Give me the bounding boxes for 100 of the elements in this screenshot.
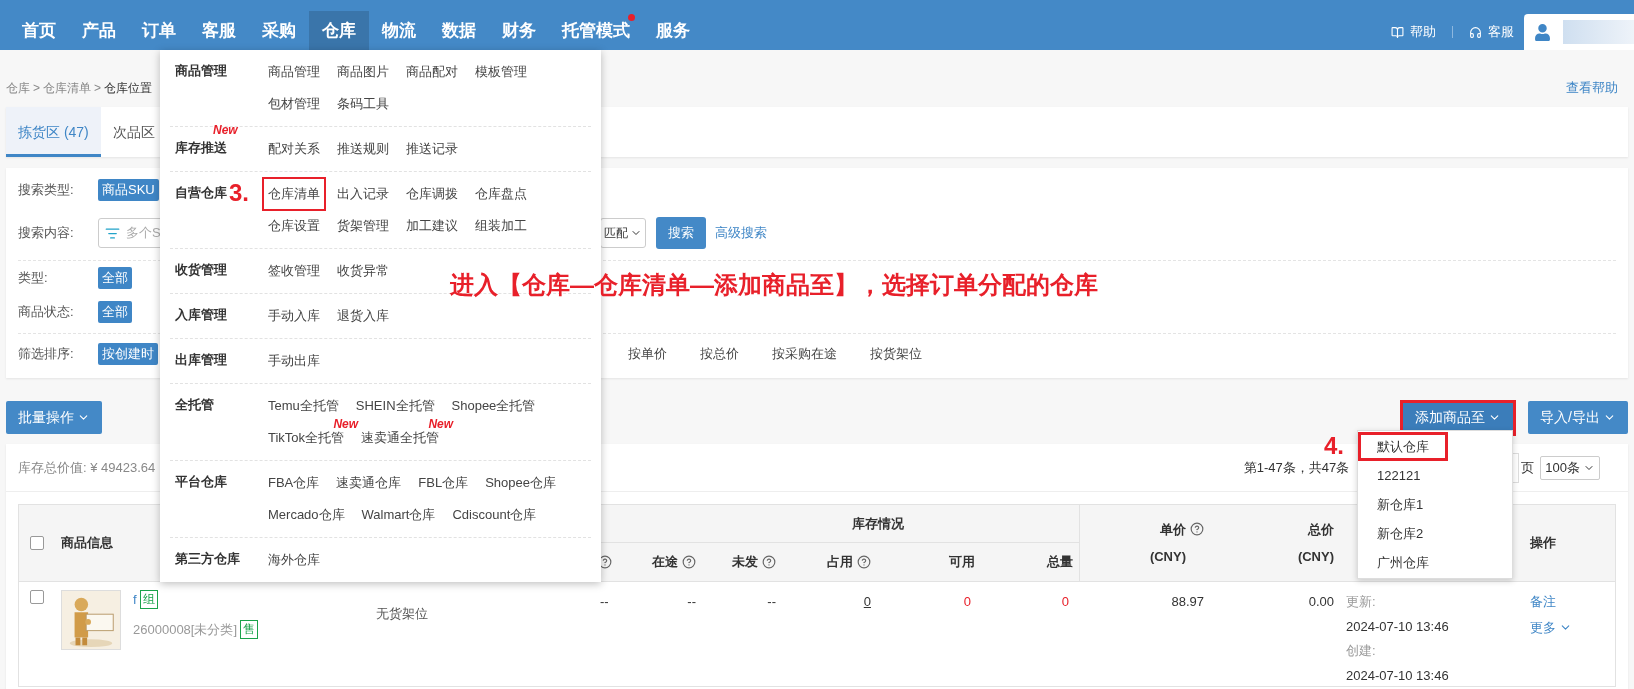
menu-link[interactable]: Temu全托管 bbox=[268, 396, 339, 416]
filter-label: 类型: bbox=[18, 269, 49, 288]
menu-link[interactable]: 海外仓库 bbox=[268, 550, 320, 570]
nav-item[interactable]: 数据 bbox=[429, 11, 489, 50]
column-header: 总量 bbox=[1047, 553, 1073, 572]
stock-value: -- bbox=[687, 593, 696, 611]
menu-section-title: 商品管理 bbox=[175, 62, 227, 81]
menu-link[interactable]: FBA仓库 bbox=[268, 473, 320, 493]
time-value: 2024-07-10 13:46 bbox=[1346, 617, 1450, 636]
page-size-select[interactable]: 100条 bbox=[1540, 455, 1600, 480]
time-label: 创建: bbox=[1346, 642, 1377, 660]
dropdown-item[interactable]: 广州仓库 bbox=[1358, 548, 1512, 577]
menu-link[interactable]: 商品配对 bbox=[406, 62, 458, 82]
nav-item[interactable]: 托管模式 bbox=[549, 11, 643, 50]
menu-link[interactable]: 退货入库 bbox=[337, 306, 389, 326]
menu-link[interactable]: 仓库调拨 bbox=[406, 184, 458, 204]
menu-link[interactable]: 签收管理 bbox=[268, 261, 320, 281]
product-name-link[interactable]: f bbox=[133, 590, 137, 610]
menu-link[interactable]: 条码工具 bbox=[337, 94, 389, 114]
menu-link[interactable]: 货架管理 bbox=[337, 216, 389, 236]
menu-link[interactable]: SHEIN全托管 bbox=[355, 396, 435, 416]
menu-link[interactable]: 仓库盘点 bbox=[475, 184, 527, 204]
shelf-location: 无货架位 bbox=[376, 606, 428, 621]
service-link[interactable]: 客服 bbox=[1488, 22, 1514, 42]
nav-item[interactable]: 物流 bbox=[369, 11, 429, 50]
menu-link[interactable]: 包材管理 bbox=[268, 94, 320, 114]
menu-link[interactable]: 商品管理 bbox=[268, 62, 320, 82]
filter-label: 筛选排序: bbox=[18, 345, 75, 364]
menu-section-title: 入库管理 bbox=[175, 306, 227, 325]
menu-link[interactable]: 速卖通全托管 bbox=[361, 428, 440, 448]
search-button[interactable]: 搜索 bbox=[656, 217, 706, 249]
breadcrumb-item[interactable]: 仓库清单 bbox=[43, 78, 91, 97]
menu-link[interactable]: 手动出库 bbox=[268, 351, 320, 371]
sort-option[interactable]: 按采购在途 bbox=[772, 344, 837, 364]
menu-link[interactable]: FBL仓库 bbox=[418, 473, 469, 493]
column-header: 操作 bbox=[1530, 534, 1556, 553]
stock-value: 0 bbox=[1061, 593, 1069, 611]
menu-section-title: 自营仓库 bbox=[175, 184, 227, 203]
page-suffix: 页 bbox=[1521, 458, 1535, 477]
menu-link[interactable]: 模板管理 bbox=[475, 62, 527, 82]
breadcrumb-item[interactable]: 仓库 bbox=[6, 78, 30, 97]
nav-item[interactable]: 采购 bbox=[249, 11, 309, 50]
menu-link[interactable]: 推送记录 bbox=[406, 139, 458, 159]
filter-option[interactable]: 全部 bbox=[98, 267, 132, 289]
menu-link[interactable]: 推送规则 bbox=[337, 139, 389, 159]
row-action-link[interactable]: 更多 bbox=[1530, 617, 1572, 637]
menu-link[interactable]: 仓库清单 bbox=[262, 177, 326, 211]
menu-link[interactable]: Shopee全托管 bbox=[451, 396, 536, 416]
filter-option[interactable]: 全部 bbox=[98, 301, 132, 323]
menu-link[interactable]: 配对关系 bbox=[268, 139, 320, 159]
time-value: 2024-07-10 13:46 bbox=[1346, 666, 1450, 685]
nav-item[interactable]: 服务 bbox=[643, 11, 703, 50]
menu-link[interactable]: 速卖通仓库 bbox=[336, 473, 402, 493]
batch-operation-button[interactable]: 批量操作 bbox=[6, 401, 102, 434]
menu-link[interactable]: 手动入库 bbox=[268, 306, 320, 326]
nav-item[interactable]: 仓库 bbox=[309, 11, 369, 50]
menu-link[interactable]: 组装加工 bbox=[475, 216, 527, 236]
import-export-button[interactable]: 导入/导出 bbox=[1528, 401, 1628, 434]
sort-option[interactable]: 按单价 bbox=[628, 344, 667, 364]
row-action-link[interactable]: 备注 bbox=[1530, 592, 1556, 612]
pagination-range: 第1-47条，共47条 bbox=[1243, 458, 1350, 477]
menu-link[interactable]: 仓库设置 bbox=[268, 216, 320, 236]
menu-link[interactable]: 出入记录 bbox=[337, 184, 389, 204]
nav-item[interactable]: 客服 bbox=[189, 11, 249, 50]
menu-link[interactable]: Cdiscount仓库 bbox=[452, 505, 537, 525]
help-link[interactable]: 帮助 bbox=[1410, 22, 1436, 42]
menu-link[interactable]: Shopee仓库 bbox=[485, 473, 556, 493]
list-icon bbox=[105, 225, 120, 241]
user-menu[interactable] bbox=[1524, 14, 1634, 50]
menu-link[interactable]: Walmart仓库 bbox=[361, 505, 436, 525]
sort-option[interactable]: 按总价 bbox=[700, 344, 739, 364]
dropdown-item[interactable]: 新仓库1 bbox=[1358, 490, 1512, 519]
stock-value[interactable]: 0 bbox=[863, 592, 871, 612]
column-header: 在途 bbox=[652, 553, 678, 572]
nav-item[interactable]: 首页 bbox=[9, 11, 69, 50]
time-label: 更新: bbox=[1346, 593, 1377, 611]
dropdown-item[interactable]: 122121 bbox=[1358, 461, 1512, 490]
menu-section-title: 全托管 bbox=[175, 396, 214, 415]
menu-link[interactable]: Mercado仓库 bbox=[268, 505, 345, 525]
breadcrumb-separator: > bbox=[94, 79, 102, 97]
menu-link[interactable]: TikTok全托管 bbox=[268, 428, 345, 448]
advanced-search-link[interactable]: 高级搜索 bbox=[715, 223, 767, 243]
checkbox[interactable] bbox=[30, 536, 44, 550]
dropdown-item[interactable]: 新仓库2 bbox=[1358, 519, 1512, 548]
menu-link[interactable]: 加工建议 bbox=[406, 216, 458, 236]
nav-item[interactable]: 产品 bbox=[69, 11, 129, 50]
filter-option[interactable]: 商品SKU bbox=[98, 179, 159, 201]
search-placeholder: 多个S bbox=[126, 224, 161, 243]
menu-link[interactable]: 收货异常 bbox=[337, 261, 389, 281]
nav-item[interactable]: 订单 bbox=[129, 11, 189, 50]
filter-label: 商品状态: bbox=[18, 303, 75, 322]
menu-link[interactable]: 商品图片 bbox=[337, 62, 389, 82]
sort-option[interactable]: 按创建时 bbox=[98, 343, 158, 365]
tab[interactable]: 拣货区 (47) bbox=[6, 107, 101, 157]
checkbox[interactable] bbox=[30, 590, 44, 604]
help-link[interactable]: 查看帮助 bbox=[1566, 77, 1618, 98]
column-header: 可用 bbox=[949, 553, 975, 572]
sort-option[interactable]: 按货架位 bbox=[870, 344, 922, 364]
headset-icon bbox=[1469, 25, 1482, 39]
nav-item[interactable]: 财务 bbox=[489, 11, 549, 50]
